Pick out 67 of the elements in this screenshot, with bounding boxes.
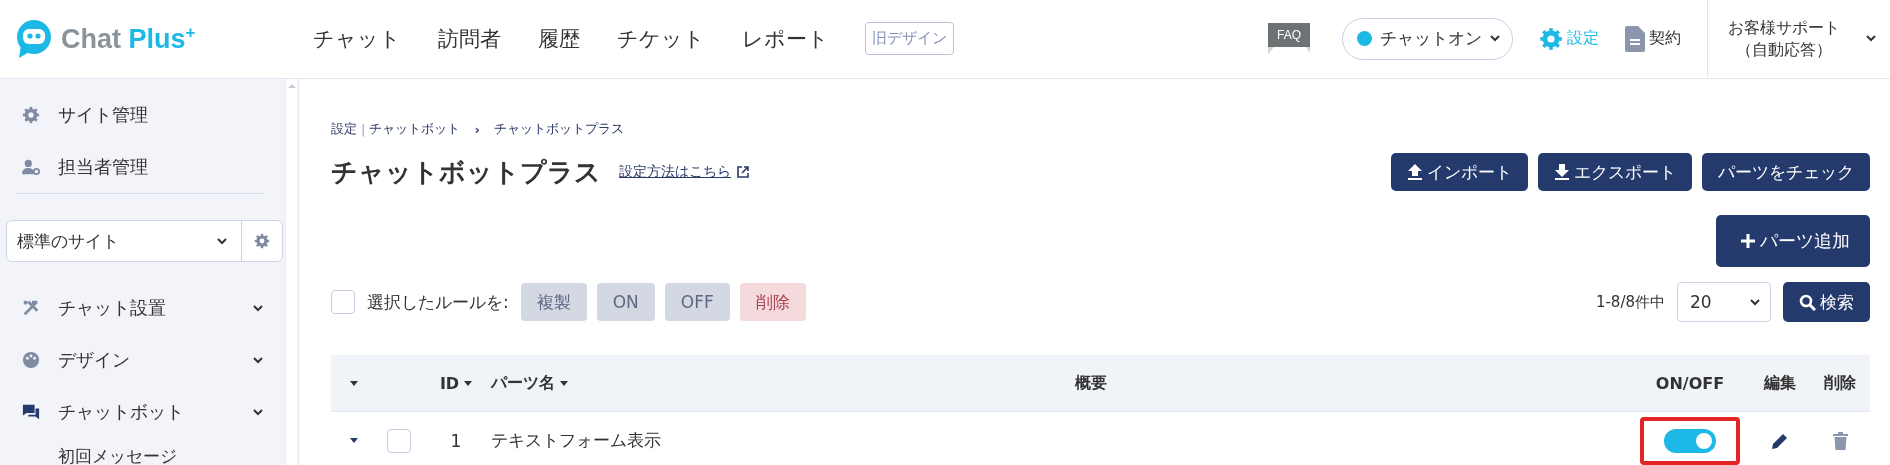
download-icon xyxy=(1554,163,1570,181)
sidebar-item[interactable]: チャット設置 xyxy=(0,282,285,334)
table-cell: テキストフォーム表示 xyxy=(491,429,661,452)
add-part-button[interactable]: パーツ追加 xyxy=(1716,215,1870,267)
search-icon xyxy=(1799,293,1816,311)
action-button[interactable]: パーツをチェック xyxy=(1702,153,1870,191)
settings-icon xyxy=(254,233,270,249)
chevron-down-icon xyxy=(253,356,263,364)
upload-icon xyxy=(1407,163,1423,181)
table-cell: 1 xyxy=(450,430,462,451)
logo-text: Chat Plus$^{+}$ xyxy=(61,22,196,55)
column-header: ON/OFF xyxy=(1655,373,1725,393)
caret-down-icon[interactable] xyxy=(464,380,473,386)
chevron-down-icon xyxy=(253,304,263,312)
caret-down-icon[interactable] xyxy=(560,380,568,386)
column-header: 編集 xyxy=(1764,372,1796,394)
column-header: 概要 xyxy=(1075,372,1107,394)
trash-icon[interactable] xyxy=(1832,431,1848,450)
result-count: 1-8/8件中 xyxy=(1595,292,1665,312)
breadcrumb-link[interactable]: チャットボット xyxy=(369,120,461,138)
action-button[interactable]: インポート xyxy=(1391,153,1528,191)
row-checkbox[interactable] xyxy=(386,428,411,453)
external-link-icon xyxy=(737,166,749,178)
per-page-select[interactable]: 20 xyxy=(1677,282,1771,322)
chat-icon xyxy=(22,403,40,421)
sidebar-subitem[interactable]: 初回メッセージ xyxy=(0,438,285,465)
pencil-icon[interactable] xyxy=(1771,431,1789,450)
page-title: チャットボットプラス xyxy=(331,155,601,189)
chevron-down-icon xyxy=(217,237,227,245)
contract-link[interactable]: 契約 xyxy=(1625,25,1681,52)
column-header: 削除 xyxy=(1824,372,1856,394)
sidebar-item[interactable]: デザイン xyxy=(0,334,285,386)
chat-status-dropdown[interactable]: チャットオン xyxy=(1342,17,1513,60)
breadcrumb-separator: | xyxy=(361,121,366,137)
chevron-down-icon xyxy=(253,408,263,416)
nav-link[interactable]: チケット xyxy=(617,24,705,53)
action-button[interactable]: エクスポート xyxy=(1538,153,1692,191)
palette-icon xyxy=(22,351,40,369)
document-icon xyxy=(1625,25,1645,52)
toggle-switch[interactable] xyxy=(1664,428,1716,453)
column-header[interactable]: ID xyxy=(439,373,473,393)
settings-icon xyxy=(1539,26,1563,51)
user-settings-icon xyxy=(22,158,40,176)
nav-link[interactable]: チャット xyxy=(313,24,401,53)
sidebar-item[interactable]: サイト管理 xyxy=(0,89,285,141)
search-button[interactable]: 検索 xyxy=(1783,282,1870,322)
nav-link[interactable]: 訪問者 xyxy=(438,24,501,53)
sidebar-item[interactable]: チャットボット xyxy=(0,386,285,438)
bulk-action-label: 選択したルールを: xyxy=(367,290,509,314)
chevron-down-icon xyxy=(1490,35,1500,42)
breadcrumb-link[interactable]: 設定 xyxy=(331,120,357,138)
chevron-down-icon[interactable] xyxy=(1866,35,1876,42)
column-header[interactable]: パーツ名 xyxy=(491,372,568,394)
tools-icon xyxy=(22,299,40,317)
nav-link[interactable]: レポート xyxy=(742,24,829,53)
help-link[interactable]: 設定方法はこちら xyxy=(619,163,749,181)
settings-icon xyxy=(22,106,40,124)
nav-link[interactable]: 履歴 xyxy=(538,24,580,53)
plus-icon xyxy=(1740,233,1756,249)
select-all-checkbox[interactable] xyxy=(331,290,355,314)
caret-down-icon[interactable] xyxy=(349,380,358,386)
breadcrumb-separator: › xyxy=(474,121,480,137)
caret-down-icon[interactable] xyxy=(349,438,358,443)
support-account-menu[interactable]: お客様サポート （自動応答） xyxy=(1728,16,1840,61)
chevron-down-icon xyxy=(1750,298,1760,306)
logo-icon xyxy=(15,18,53,59)
sidebar-item[interactable]: 担当者管理 xyxy=(0,141,285,193)
